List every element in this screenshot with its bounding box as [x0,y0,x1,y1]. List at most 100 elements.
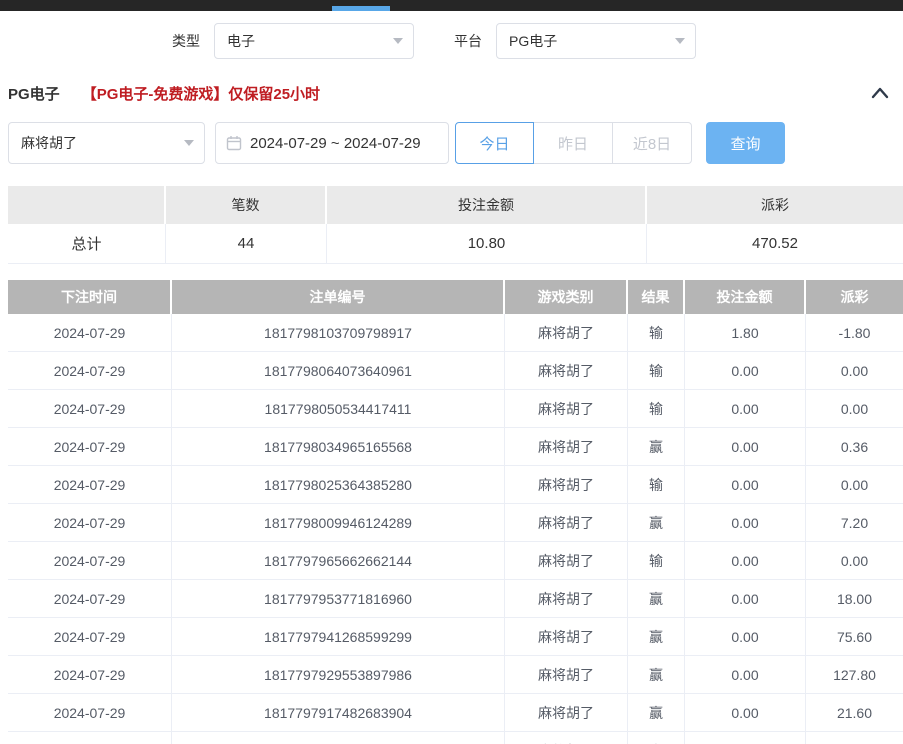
platform-label: 平台 [454,31,482,51]
cell-payout: 7.20 [806,504,903,541]
cell-game-type: 麻将胡了 [505,314,628,351]
cell-game-type: 麻将胡了 [505,694,628,731]
cell-bet-amount: 0.00 [685,504,806,541]
cell-bet-amount: 0.00 [685,580,806,617]
cell-game-type: 麻将胡了 [505,428,628,465]
table-row: 麻将胡了 赢 [8,732,903,744]
cell-game-type: 麻将胡了 [505,466,628,503]
cell-bet-id: 1817797941268599299 [172,618,505,655]
section-header: PG电子 【PG电子-免费游戏】仅保留25小时 [0,82,903,104]
cell-bet-amount: 0.00 [685,352,806,389]
cell-bet-time: 2024-07-29 [8,352,172,389]
cell-bet-amount: 0.00 [685,466,806,503]
collapse-section-button[interactable] [869,85,891,101]
cell-result: 赢 [628,504,685,541]
cell-result: 输 [628,390,685,427]
summary-header-row: 笔数 投注金额 派彩 [8,186,903,224]
cell-bet-time: 2024-07-29 [8,542,172,579]
cell-game-type: 麻将胡了 [505,352,628,389]
table-row: 2024-07-29 1817797929553897986 麻将胡了 赢 0.… [8,656,903,694]
cell-bet-time [8,732,172,744]
summary-header-payout: 派彩 [647,186,903,224]
cell-result: 赢 [628,694,685,731]
cell-bet-id: 1817797965662662144 [172,542,505,579]
table-row: 2024-07-29 1817798103709798917 麻将胡了 输 1.… [8,314,903,352]
table-row: 2024-07-29 1817798064073640961 麻将胡了 输 0.… [8,352,903,390]
cell-game-type: 麻将胡了 [505,504,628,541]
cell-result: 输 [628,352,685,389]
cell-result: 输 [628,466,685,503]
table-row: 2024-07-29 1817797953771816960 麻将胡了 赢 0.… [8,580,903,618]
cell-bet-amount: 0.00 [685,656,806,693]
cell-result: 赢 [628,580,685,617]
type-label: 类型 [172,31,200,51]
table-row: 2024-07-29 1817797965662662144 麻将胡了 输 0.… [8,542,903,580]
bet-records-table: 下注时间 注单编号 游戏类别 结果 投注金额 派彩 2024-07-29 181… [8,280,903,744]
game-select-value: 麻将胡了 [21,133,77,153]
table-row: 2024-07-29 1817798025364385280 麻将胡了 输 0.… [8,466,903,504]
cell-bet-id: 1817797917482683904 [172,694,505,731]
top-filter-row: 类型 电子 平台 PG电子 [0,21,903,61]
summary-header-blank [8,186,166,224]
cell-payout [806,732,903,744]
cell-result: 赢 [628,428,685,465]
date-range-value: 2024-07-29 ~ 2024-07-29 [250,135,421,152]
header-bet-amount: 投注金额 [685,280,806,314]
cell-bet-time: 2024-07-29 [8,428,172,465]
date-range-input[interactable]: 2024-07-29 ~ 2024-07-29 [215,122,449,164]
cell-bet-id: 1817798103709798917 [172,314,505,351]
cell-payout: 127.80 [806,656,903,693]
cell-result: 赢 [628,732,685,744]
game-select[interactable]: 麻将胡了 [8,122,205,164]
cell-result: 输 [628,542,685,579]
quick-range-button-group: 今日 昨日 近8日 [455,122,692,164]
cell-game-type: 麻将胡了 [505,732,628,744]
cell-game-type: 麻将胡了 [505,656,628,693]
cell-game-type: 麻将胡了 [505,542,628,579]
cell-bet-id [172,732,505,744]
type-select-value: 电子 [227,31,255,51]
summary-total-payout: 470.52 [647,224,903,263]
bet-table-body: 2024-07-29 1817798103709798917 麻将胡了 输 1.… [8,314,903,744]
today-button[interactable]: 今日 [455,122,534,164]
cell-bet-amount [685,732,806,744]
cell-bet-time: 2024-07-29 [8,390,172,427]
platform-select[interactable]: PG电子 [496,23,696,59]
cell-game-type: 麻将胡了 [505,390,628,427]
summary-header-bet-amount: 投注金额 [327,186,647,224]
cell-payout: -1.80 [806,314,903,351]
cell-bet-id: 1817798034965165568 [172,428,505,465]
table-row: 2024-07-29 1817797941268599299 麻将胡了 赢 0.… [8,618,903,656]
cell-bet-amount: 0.00 [685,542,806,579]
cell-bet-amount: 1.80 [685,314,806,351]
summary-table: 笔数 投注金额 派彩 总计 44 10.80 470.52 [8,186,903,264]
cell-bet-amount: 0.00 [685,428,806,465]
cell-payout: 18.00 [806,580,903,617]
table-row: 2024-07-29 1817798034965165568 麻将胡了 赢 0.… [8,428,903,466]
cell-payout: 0.36 [806,428,903,465]
cell-bet-time: 2024-07-29 [8,314,172,351]
cell-payout: 21.60 [806,694,903,731]
header-payout: 派彩 [806,280,903,314]
calendar-icon [226,135,242,151]
cell-bet-id: 1817798025364385280 [172,466,505,503]
summary-header-count: 笔数 [166,186,327,224]
active-tab-indicator [332,6,390,11]
cell-bet-amount: 0.00 [685,694,806,731]
last-8-days-button[interactable]: 近8日 [613,122,692,164]
type-select[interactable]: 电子 [214,23,414,59]
cell-result: 赢 [628,656,685,693]
summary-total-label: 总计 [8,224,166,263]
cell-bet-id: 1817797929553897986 [172,656,505,693]
cell-payout: 0.00 [806,352,903,389]
cell-bet-time: 2024-07-29 [8,694,172,731]
search-button[interactable]: 查询 [706,122,785,164]
bet-table-header-row: 下注时间 注单编号 游戏类别 结果 投注金额 派彩 [8,280,903,314]
cell-bet-id: 1817797953771816960 [172,580,505,617]
cell-payout: 75.60 [806,618,903,655]
cell-game-type: 麻将胡了 [505,580,628,617]
cell-bet-time: 2024-07-29 [8,580,172,617]
summary-total-row: 总计 44 10.80 470.52 [8,224,903,264]
yesterday-button[interactable]: 昨日 [534,122,613,164]
cell-bet-amount: 0.00 [685,618,806,655]
